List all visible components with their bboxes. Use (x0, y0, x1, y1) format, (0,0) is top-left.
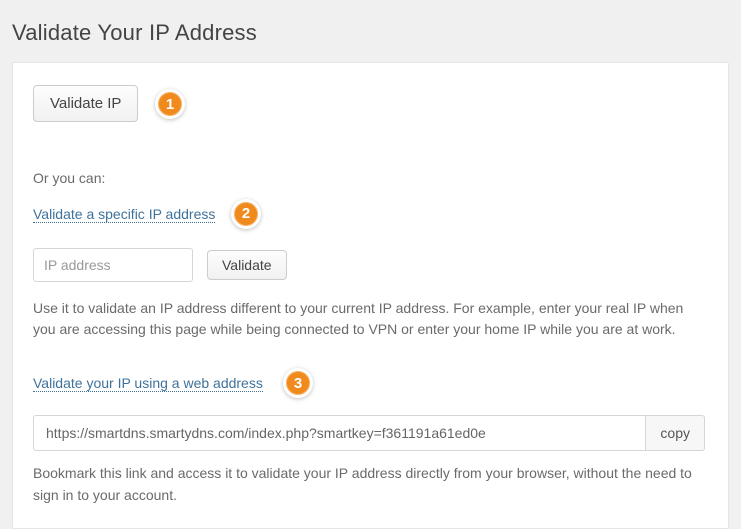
copy-button[interactable]: copy (645, 415, 705, 451)
web-address-row: Validate your IP using a web address 3 (33, 375, 708, 393)
specific-ip-field-row: Validate (33, 248, 708, 282)
validate-specific-button[interactable]: Validate (207, 250, 287, 280)
validate-ip-button[interactable]: Validate IP (33, 85, 138, 122)
smartkey-url-input[interactable] (33, 415, 645, 451)
validate-ip-row: Validate IP 1 (33, 85, 708, 122)
web-address-help-text: Bookmark this link and access it to vali… (33, 463, 705, 506)
or-you-can-text: Or you can: (33, 168, 708, 190)
specific-help-text: Use it to validate an IP address differe… (33, 298, 705, 341)
ip-address-input[interactable] (33, 248, 193, 282)
step-badge-1: 1 (155, 89, 185, 119)
url-copy-group: copy (33, 415, 705, 451)
validate-specific-link[interactable]: Validate a specific IP address (33, 206, 215, 223)
specific-ip-row: Validate a specific IP address 2 (33, 206, 708, 224)
step-badge-3: 3 (283, 368, 313, 398)
page-title: Validate Your IP Address (0, 0, 741, 62)
validate-web-address-link[interactable]: Validate your IP using a web address (33, 375, 263, 392)
validate-card: Validate IP 1 Or you can: Validate a spe… (12, 62, 729, 529)
step-badge-2: 2 (231, 199, 261, 229)
